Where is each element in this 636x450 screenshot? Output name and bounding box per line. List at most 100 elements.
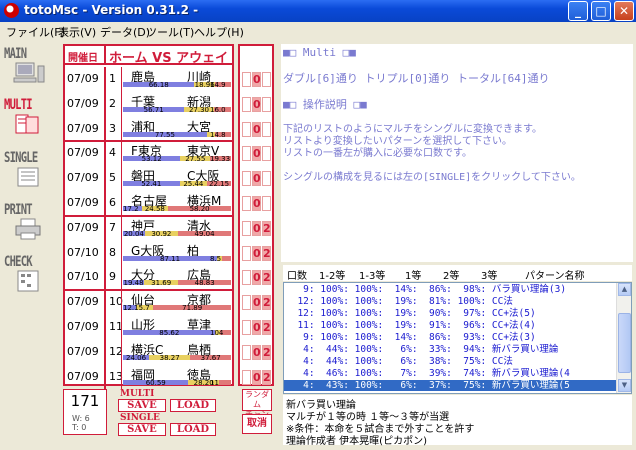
pick-cell[interactable] <box>262 121 271 137</box>
pick-cell[interactable]: 0 <box>252 146 261 162</box>
menu-tool[interactable]: ツール(T) <box>146 24 194 40</box>
scroll-down-icon[interactable]: ▼ <box>618 379 631 392</box>
pick-column: 00000002020202020202 <box>238 44 274 386</box>
title-bar[interactable]: totoMsc - Version 0.31.2 - _ □ ✕ <box>0 0 636 22</box>
pattern-list-item[interactable]: 12: 100%: 100%: 19%: 90%: 97%: CC+法(5) <box>284 308 617 319</box>
menu-help[interactable]: ヘルプ(H) <box>194 24 244 40</box>
multi-heading: ■□ Multi □■ <box>283 46 356 59</box>
pick-cell[interactable] <box>242 295 251 311</box>
match-number: 6 <box>109 196 116 209</box>
pattern-list[interactable]: 9: 100%: 100%: 14%: 86%: 98%: バラ買い理論(3) … <box>283 282 632 394</box>
single-save-button[interactable]: SAVE <box>118 423 166 436</box>
pick-cells: 02 <box>242 266 272 288</box>
pick-cell[interactable]: 0 <box>252 270 261 286</box>
pick-cell[interactable]: 0 <box>252 171 261 187</box>
pick-cell[interactable]: 0 <box>252 295 261 311</box>
close-button[interactable]: ✕ <box>614 1 634 21</box>
pick-cell[interactable]: 0 <box>252 245 261 261</box>
multi-sheet-icon <box>15 114 39 134</box>
pattern-list-scrollbar[interactable]: ▲ ▼ <box>616 283 631 393</box>
single-label: SINGLE <box>120 413 160 423</box>
pick-cell[interactable] <box>242 121 251 137</box>
pick-cells: 0 <box>242 192 272 214</box>
pick-cell[interactable] <box>262 96 271 112</box>
maximize-button[interactable]: □ <box>591 1 611 21</box>
pattern-list-item[interactable]: 9: 100%: 100%: 14%: 86%: 93%: CC+法(3) <box>284 332 617 343</box>
nav-single[interactable]: SINGLE <box>4 150 58 191</box>
vote-share-label: 19.33 <box>210 155 231 164</box>
menu-file[interactable]: ファイル(F) <box>6 24 65 40</box>
pick-cells: 02 <box>242 217 272 239</box>
pattern-list-item[interactable]: 4: 46%: 100%: 7%: 39%: 74%: 新バラ買い理論(4 <box>284 368 617 379</box>
pattern-list-item[interactable]: 4: 43%: 100%: 6%: 37%: 75%: 新バラ買い理論(5 <box>284 380 617 391</box>
pick-cell[interactable]: 0 <box>252 344 261 360</box>
pick-cell[interactable]: 2 <box>262 320 271 335</box>
pick-cell[interactable]: 0 <box>252 72 261 87</box>
pick-cell[interactable] <box>242 270 251 286</box>
match-row: 07/09 12 横浜C 鳥栖 24.06 38.27 37.67 <box>65 339 232 365</box>
menu-data[interactable]: データ(D) <box>100 24 150 40</box>
multi-label: MULTI <box>120 389 155 399</box>
match-number: 5 <box>109 171 116 185</box>
nav-multi[interactable]: MULTI <box>4 97 58 138</box>
pick-cell[interactable] <box>262 72 271 87</box>
pick-cell[interactable]: 0 <box>252 220 261 236</box>
pick-cell[interactable]: 2 <box>262 270 271 286</box>
vote-share-label: 22.15 <box>209 180 230 189</box>
pick-cells: 0 <box>242 68 272 90</box>
pick-cell[interactable]: 0 <box>252 196 261 211</box>
pattern-list-item[interactable]: 9: 100%: 100%: 14%: 86%: 98%: バラ買い理論(3) <box>284 284 617 295</box>
match-row: 07/10 9 大分 広島 19.48 31.69 48.83 <box>65 265 232 291</box>
match-number: 3 <box>109 121 116 135</box>
pick-cell[interactable] <box>242 320 251 335</box>
pick-cell[interactable]: 0 <box>252 121 261 137</box>
pick-cell[interactable]: 0 <box>252 369 261 385</box>
minimize-button[interactable]: _ <box>568 1 588 21</box>
printer-icon <box>15 218 41 240</box>
pick-cell[interactable] <box>262 171 271 187</box>
nav-check[interactable]: CHECK <box>4 254 58 295</box>
pick-cell[interactable] <box>262 146 271 162</box>
cancel-button[interactable]: 取消 <box>242 414 272 434</box>
vote-share-label: 11 <box>210 378 219 387</box>
pick-cell[interactable] <box>262 196 271 211</box>
multi-load-button[interactable]: LOAD <box>170 399 216 412</box>
pick-cell[interactable] <box>242 72 251 87</box>
vote-share-label: 48.83 <box>194 279 215 288</box>
vote-share-label: 37.67 <box>200 353 221 362</box>
pick-cell[interactable] <box>242 245 251 261</box>
pick-cell[interactable] <box>242 369 251 385</box>
pick-cell[interactable]: 0 <box>252 320 261 335</box>
vote-share-label: 56.71 <box>143 105 164 114</box>
pattern-list-item[interactable]: 4: 44%: 100%: 6%: 38%: 75%: CC法 <box>284 356 617 367</box>
pick-cell[interactable] <box>242 96 251 112</box>
pick-cell[interactable] <box>242 220 251 236</box>
pick-cell[interactable]: 2 <box>262 344 271 360</box>
scroll-up-icon[interactable]: ▲ <box>618 283 631 296</box>
vote-share-label: 27.55 <box>185 155 206 164</box>
pick-cells: 02 <box>242 316 272 338</box>
random-chance-button[interactable]: ランダム チャンス <box>242 389 272 429</box>
pick-cell[interactable] <box>242 196 251 211</box>
pick-cell[interactable] <box>242 344 251 360</box>
vote-share-label: 14.8 <box>210 130 226 139</box>
vote-share-label: 60.59 <box>145 378 166 387</box>
pattern-list-header: 口数 1-2等 1-3等 1等 2等 3等 パターン名称 <box>283 265 632 282</box>
pick-cell[interactable] <box>242 146 251 162</box>
pick-cell[interactable]: 2 <box>262 245 271 261</box>
single-load-button[interactable]: LOAD <box>170 423 216 436</box>
pick-cell[interactable]: 2 <box>262 295 271 311</box>
nav-main[interactable]: MAIN <box>4 46 58 87</box>
menu-view[interactable]: 表示(V) <box>58 24 96 40</box>
pattern-list-item[interactable]: 11: 100%: 100%: 19%: 91%: 96%: CC+法(4) <box>284 320 617 331</box>
match-row: 07/09 5 磐田 C大阪 52.41 25.44 22.15 <box>65 166 232 191</box>
pick-cell[interactable]: 2 <box>262 369 271 385</box>
multi-save-button[interactable]: SAVE <box>118 399 166 412</box>
pattern-list-item[interactable]: 4: 44%: 100%: 6%: 33%: 94%: 新バラ買い理論 <box>284 344 617 355</box>
nav-print[interactable]: PRINT <box>4 202 58 243</box>
scroll-thumb[interactable] <box>618 313 631 373</box>
pick-cell[interactable]: 0 <box>252 96 261 112</box>
pattern-list-item[interactable]: 12: 100%: 100%: 19%: 81%: 100%: CC法 <box>284 296 617 307</box>
pick-cell[interactable]: 2 <box>262 220 271 236</box>
pick-cell[interactable] <box>242 171 251 187</box>
